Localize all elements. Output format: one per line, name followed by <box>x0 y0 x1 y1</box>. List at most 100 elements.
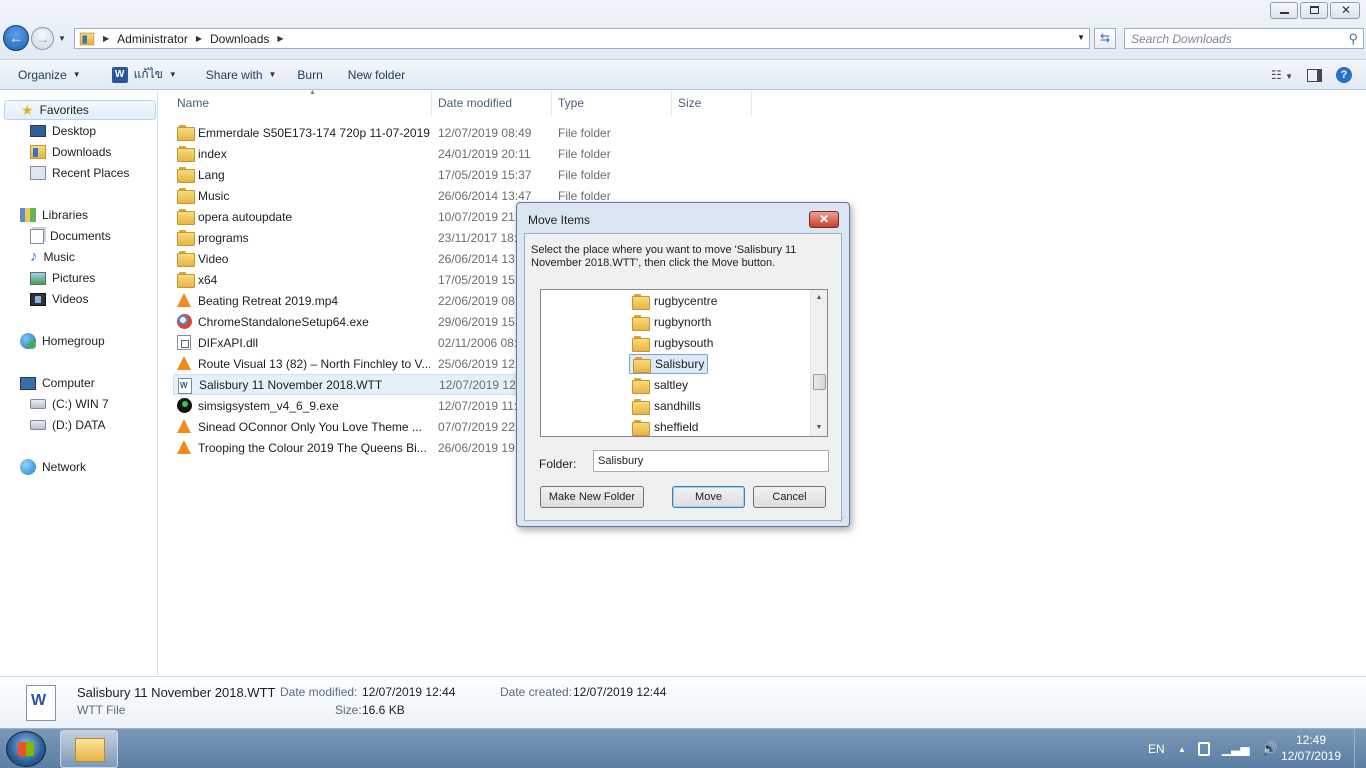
sidebar-item-music[interactable]: ♪ Music <box>30 247 75 267</box>
refresh-button[interactable]: ⇆ <box>1094 28 1116 49</box>
folder-icon <box>632 420 650 436</box>
clock[interactable]: 12:49 12/07/2019 <box>1276 732 1346 764</box>
share-with-label: Share with <box>205 67 263 82</box>
tree-item-label: saltley <box>654 378 689 392</box>
sidebar-item-recent-places[interactable]: Recent Places <box>30 163 129 183</box>
sidebar-item-label: Network <box>42 460 87 474</box>
folder-icon <box>177 209 195 225</box>
column-header-label: Size <box>678 96 702 110</box>
folder-label: Folder: <box>539 457 577 471</box>
tree-item[interactable]: rugbynorth <box>629 312 714 332</box>
sidebar-item-drive-d[interactable]: (D:) DATA <box>30 415 106 435</box>
sidebar-item-downloads[interactable]: Downloads <box>30 142 111 162</box>
tree-item[interactable]: rugbycentre <box>629 291 720 311</box>
tree-item[interactable]: rugbysouth <box>629 333 716 353</box>
new-folder-button[interactable]: New folder <box>332 60 414 89</box>
make-new-folder-button[interactable]: Make New Folder <box>540 486 644 508</box>
sidebar-item-documents[interactable]: Documents <box>30 226 111 246</box>
column-header-type[interactable]: Type <box>552 91 672 115</box>
preview-pane-icon[interactable] <box>1307 68 1322 82</box>
chevron-down-icon: ▼ <box>72 70 81 79</box>
column-header-label: Date modified <box>438 96 513 110</box>
column-header-name[interactable]: ▲ Name <box>171 89 432 115</box>
tree-item-label: rugbycentre <box>654 294 718 308</box>
file-date: 07/07/2019 22: <box>438 419 519 434</box>
breadcrumb-separator-icon[interactable]: ▶ <box>196 34 202 43</box>
sidebar-item-pictures[interactable]: Pictures <box>30 268 95 288</box>
search-input[interactable]: Search Downloads ⚲ <box>1124 28 1364 49</box>
breadcrumb-separator-icon[interactable]: ▶ <box>277 34 283 43</box>
table-row[interactable]: index 24/01/2019 20:11 File folder <box>173 143 611 164</box>
tree-item[interactable]: sandhills <box>629 396 704 416</box>
network-icon <box>20 459 36 475</box>
organize-button[interactable]: Organize ▼ <box>0 60 90 89</box>
share-with-button[interactable]: Share with ▼ <box>186 60 286 89</box>
sidebar-item-network[interactable]: Network <box>0 457 86 477</box>
scroll-up-icon[interactable]: ▲ <box>811 290 827 306</box>
search-icon[interactable]: ⚲ <box>1348 31 1358 47</box>
scroll-thumb[interactable] <box>813 374 826 390</box>
column-header-date[interactable]: Date modified <box>432 91 552 115</box>
file-date: 17/05/2019 15:3 <box>438 272 525 287</box>
sidebar-item-libraries[interactable]: Libraries <box>0 205 88 225</box>
folder-icon <box>177 125 195 141</box>
tree-item[interactable]: sheffield <box>629 417 701 436</box>
resize-grip-icon[interactable]: ⋰ <box>839 515 846 523</box>
show-desktop-button[interactable] <box>1354 729 1366 768</box>
sidebar-item-favorites[interactable]: ★ Favorites <box>4 100 156 120</box>
word-icon: W <box>111 66 128 83</box>
view-options-icon[interactable]: ☷ ▼ <box>1271 68 1293 82</box>
table-row[interactable]: Salisbury 11 November 2018.WTT 12/07/2019… <box>173 374 543 395</box>
breadcrumb-downloads[interactable]: Downloads <box>210 32 269 46</box>
close-button[interactable]: ✕ <box>1330 2 1360 19</box>
music-note-icon: ♪ <box>30 248 38 265</box>
file-date: 26/06/2014 13:47 <box>438 188 532 203</box>
back-button[interactable]: ← <box>3 25 29 51</box>
clock-time: 12:49 <box>1295 733 1327 747</box>
folder-input[interactable] <box>593 450 829 472</box>
tree-scrollbar[interactable]: ▲ ▼ <box>810 290 827 436</box>
forward-button[interactable]: → <box>31 27 54 50</box>
help-icon[interactable]: ? <box>1336 67 1352 83</box>
network-signal-icon[interactable]: ▁▃▅ <box>1222 742 1250 756</box>
usb-device-icon[interactable] <box>1197 742 1210 756</box>
table-row[interactable]: Emmerdale S50E173-174 720p 11-07-2019...… <box>173 122 611 143</box>
folder-icon <box>177 188 195 204</box>
maximize-button[interactable] <box>1300 2 1328 19</box>
file-name: DIFxAPI.dll <box>198 335 259 350</box>
taskbar-explorer-button[interactable] <box>60 730 118 768</box>
address-dropdown-icon[interactable]: ▼ <box>1077 33 1085 42</box>
start-button[interactable] <box>6 731 46 767</box>
folder-tree[interactable]: rugbycentre rugbynorth rugbysouth Salisbury… <box>540 289 828 437</box>
scroll-down-icon[interactable]: ▼ <box>811 420 827 436</box>
sidebar-item-videos[interactable]: Videos <box>30 289 88 309</box>
sidebar-item-computer[interactable]: Computer <box>0 373 95 393</box>
file-name: index <box>198 146 227 161</box>
address-bar[interactable]: ▶ Administrator ▶ Downloads ▶ ▼ <box>74 28 1090 49</box>
file-date: 23/11/2017 18: <box>438 230 518 245</box>
file-name: Salisbury 11 November 2018.WTT <box>199 377 383 392</box>
recent-pages-chevron-icon[interactable]: ▼ <box>58 34 66 43</box>
column-header-size[interactable]: Size <box>672 91 752 115</box>
dialog-close-button[interactable]: ✕ <box>809 211 839 228</box>
search-placeholder: Search Downloads <box>1131 32 1232 46</box>
open-with-button[interactable]: W แก้ไข ▼ <box>90 60 186 89</box>
show-hidden-icons-icon[interactable]: ▲ <box>1178 745 1186 754</box>
dialog-instruction: Select the place where you want to move … <box>531 244 797 269</box>
sidebar-item-drive-c[interactable]: (C:) WIN 7 <box>30 394 109 414</box>
sidebar-item-desktop[interactable]: Desktop <box>30 121 96 141</box>
vlc-icon <box>177 293 191 307</box>
table-row[interactable]: Lang 17/05/2019 15:37 File folder <box>173 164 611 185</box>
breadcrumb-administrator[interactable]: Administrator <box>117 32 188 46</box>
language-indicator[interactable]: EN <box>1148 729 1165 768</box>
chrome-icon <box>177 314 192 329</box>
close-icon: ✕ <box>818 212 830 226</box>
move-button[interactable]: Move <box>672 486 745 508</box>
breadcrumb-separator-icon[interactable]: ▶ <box>103 34 109 43</box>
sidebar-item-homegroup[interactable]: Homegroup <box>0 331 105 351</box>
tree-item[interactable]: Salisbury <box>629 354 709 374</box>
minimize-button[interactable] <box>1270 2 1298 19</box>
cancel-button[interactable]: Cancel <box>753 486 826 508</box>
tree-item[interactable]: saltley <box>629 375 691 395</box>
sidebar-item-label: Desktop <box>52 124 97 138</box>
